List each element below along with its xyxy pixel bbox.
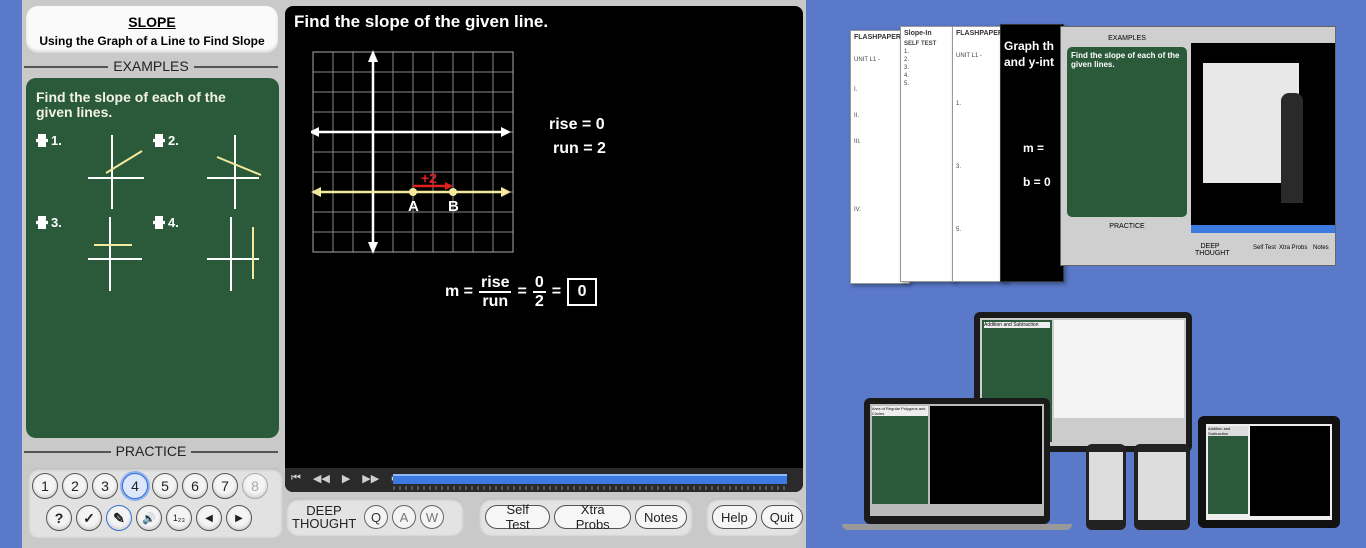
- q-button[interactable]: Q: [364, 505, 388, 529]
- coordinate-graph: [311, 50, 514, 254]
- help-icon[interactable]: ?: [46, 505, 72, 531]
- practice-button-4[interactable]: 4: [122, 473, 148, 499]
- examples-section-label: EXAMPLES: [22, 58, 280, 76]
- rewind-icon[interactable]: ◀◀: [313, 472, 330, 485]
- run-marker: +2: [421, 170, 437, 186]
- lesson-title: SLOPE: [128, 14, 176, 30]
- film-icon: [36, 216, 48, 229]
- example-item-3[interactable]: 3.: [36, 215, 156, 293]
- help-button[interactable]: Help: [712, 505, 757, 529]
- film-icon: [153, 216, 165, 229]
- play-icon[interactable]: ▶: [342, 472, 350, 485]
- a-button[interactable]: A: [392, 505, 416, 529]
- rise-text: rise = 0: [549, 116, 605, 133]
- promo-tablet: Addition and Subtraction: [1198, 416, 1340, 528]
- speaker-icon[interactable]: 🔊: [136, 505, 162, 531]
- help-quit-group: Help Quit: [706, 498, 803, 536]
- lesson-subtitle: Using the Graph of a Line to Find Slope: [39, 34, 265, 48]
- promo-black-page: Graph th and y-int m = b = 0: [1000, 24, 1064, 282]
- examples-heading: Find the slope of each of the given line…: [36, 89, 226, 120]
- example-graph-3: [88, 217, 142, 291]
- promo-app-screen: EXAMPLES Find the slope of each of the g…: [1060, 26, 1336, 266]
- number-format-icon[interactable]: 1₂₃: [166, 505, 192, 531]
- skip-start-icon[interactable]: ⏮: [291, 472, 301, 485]
- practice-button-8: 8: [242, 473, 268, 499]
- example-item-2[interactable]: 2.: [153, 133, 273, 211]
- promo-laptop: Area of Regular Polygons and Circles: [864, 398, 1050, 524]
- example-label: 3.: [51, 215, 62, 230]
- example-graph-4: [207, 217, 259, 291]
- promo-video: [1191, 43, 1335, 233]
- example-item-1[interactable]: 1.: [36, 133, 156, 211]
- film-icon: [153, 134, 165, 147]
- promo-phone-1: [1086, 444, 1126, 530]
- practice-button-3[interactable]: 3: [92, 473, 118, 499]
- example-graph-2: [207, 135, 262, 209]
- point-a: [409, 188, 417, 196]
- example-graph-1: [88, 135, 144, 209]
- notepad-icon[interactable]: ✎: [106, 505, 132, 531]
- quit-button[interactable]: Quit: [760, 505, 803, 529]
- answer-box: 0: [567, 278, 598, 306]
- examples-board: Find the slope of each of the given line…: [26, 78, 279, 438]
- fast-forward-icon[interactable]: ▶▶: [362, 472, 379, 485]
- prev-icon[interactable]: ◀: [196, 505, 222, 531]
- promo-devices: Addition and Subtraction Area of Regular…: [842, 312, 1342, 532]
- video-player-bar: ⏮ ◀◀ ▶ ▶▶ ⏭: [285, 468, 803, 492]
- point-a-label: A: [408, 198, 419, 215]
- point-b-label: B: [448, 198, 459, 215]
- next-icon[interactable]: ▶: [226, 505, 252, 531]
- problem-board: Find the slope of the given line. +2 A B: [285, 6, 803, 492]
- xtra-probs-button[interactable]: Xtra Probs: [554, 502, 632, 532]
- deep-thought-group: DEEP THOUGHT Q A W: [286, 498, 464, 536]
- notes-button[interactable]: Notes: [635, 505, 687, 529]
- point-b: [449, 188, 457, 196]
- run-text: run = 2: [553, 140, 606, 157]
- example-label: 1.: [51, 133, 62, 148]
- practice-button-5[interactable]: 5: [152, 473, 178, 499]
- value-fraction: 0 2: [532, 274, 546, 310]
- w-button[interactable]: W: [420, 505, 444, 529]
- promo-laptop-base: [842, 524, 1072, 530]
- example-label: 2.: [168, 133, 179, 148]
- practice-number-row: 1 2 3 4 5 6 7 8: [32, 473, 268, 499]
- promo-phone-2: [1134, 444, 1190, 530]
- self-test-button[interactable]: Self Test: [485, 502, 551, 532]
- example-label: 4.: [168, 215, 179, 230]
- promo-collage-top: FLASHPAPER UNIT L1 - I. II. III. IV. Slo…: [848, 22, 1338, 286]
- progress-bar[interactable]: [393, 474, 787, 490]
- slope-equation: m = rise run = 0 2 = 0: [445, 274, 598, 310]
- test-group: Self Test Xtra Probs Notes: [479, 498, 693, 536]
- m-label: m =: [445, 283, 474, 300]
- practice-button-2[interactable]: 2: [62, 473, 88, 499]
- lesson-title-panel: SLOPE Using the Graph of a Line to Find …: [26, 6, 278, 53]
- flashpaper-app: SLOPE Using the Graph of a Line to Find …: [22, 0, 806, 548]
- promo-page-2: Slope-In SELF TEST 1. 2. 3. 4. 5.: [900, 26, 956, 282]
- deep-thought-label: DEEP THOUGHT: [292, 503, 357, 531]
- check-icon[interactable]: ✓: [76, 505, 102, 531]
- practice-button-6[interactable]: 6: [182, 473, 208, 499]
- film-icon: [36, 134, 48, 147]
- practice-tool-row: ? ✓ ✎ 🔊 1₂₃ ◀ ▶: [46, 505, 252, 531]
- practice-section-label: PRACTICE: [22, 443, 280, 461]
- example-item-4[interactable]: 4.: [153, 215, 273, 293]
- practice-button-7[interactable]: 7: [212, 473, 238, 499]
- rise-run-fraction: rise run: [479, 274, 512, 310]
- practice-button-1[interactable]: 1: [32, 473, 58, 499]
- problem-title: Find the slope of the given line.: [294, 12, 549, 31]
